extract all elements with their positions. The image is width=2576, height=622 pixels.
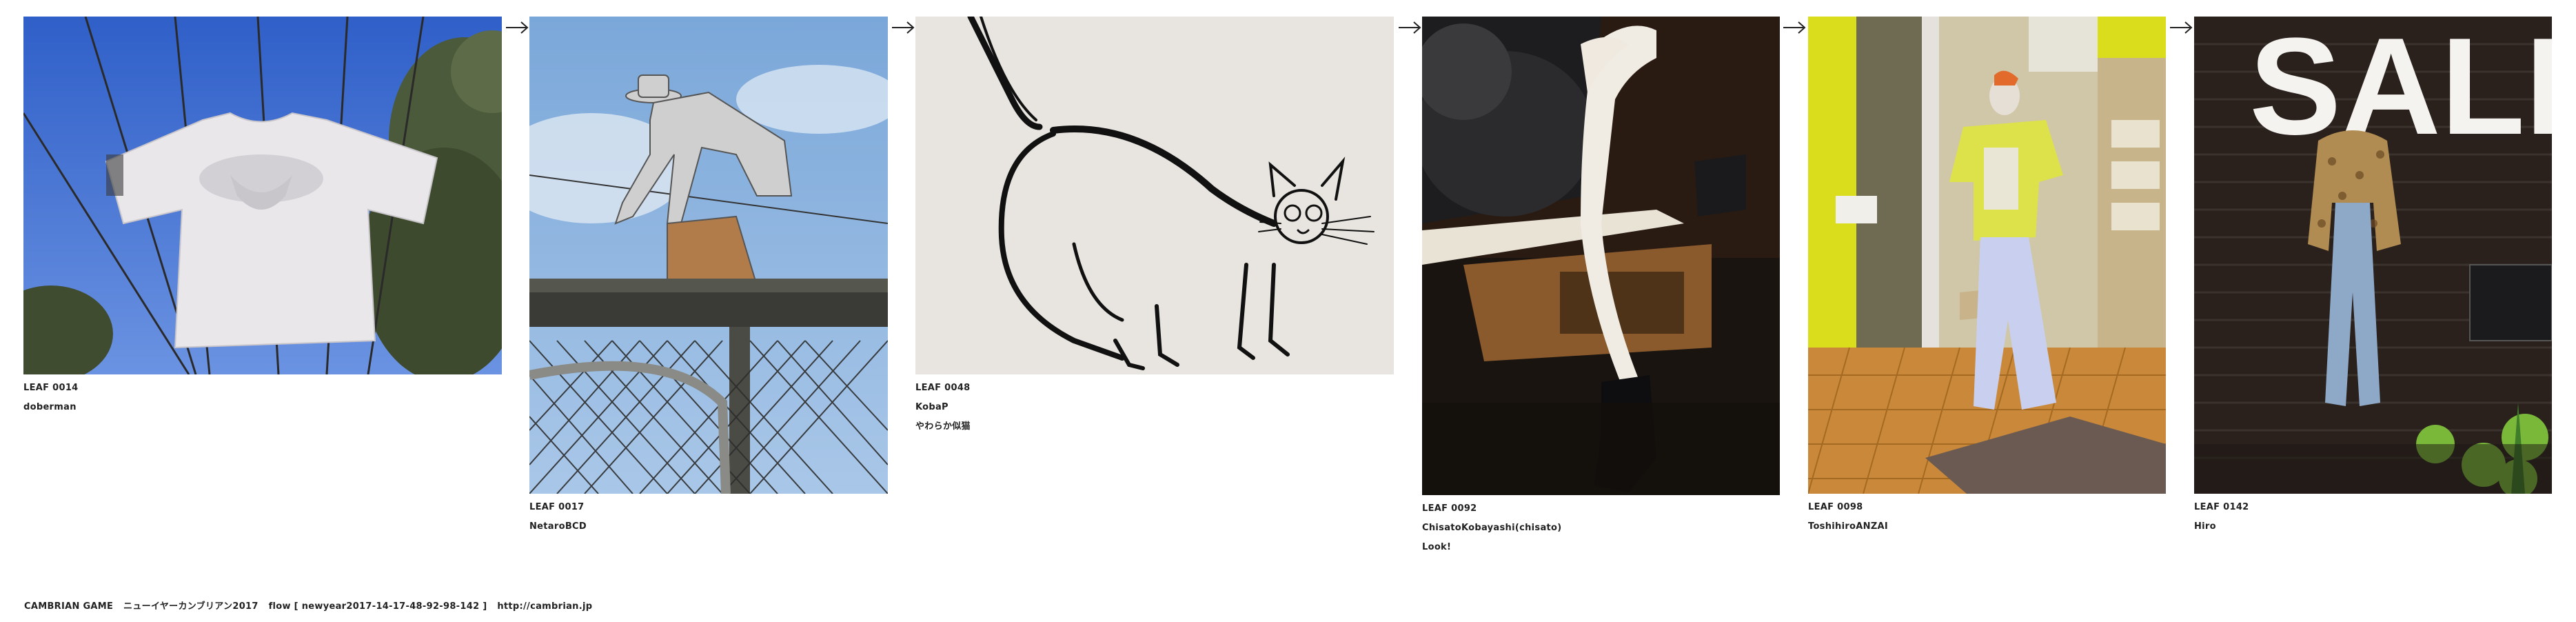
leaf-photo-link[interactable] xyxy=(1422,17,1780,495)
leaf-photo-link[interactable] xyxy=(915,17,1394,374)
footer-url-link[interactable]: http://cambrian.jp xyxy=(497,601,592,612)
leaf-number: LEAF 0142 xyxy=(2194,502,2249,512)
footer-title: ニューイヤーカンブリアン2017 xyxy=(123,601,258,612)
right-arrow-icon xyxy=(1399,21,1421,34)
leaf-number: LEAF 0014 xyxy=(23,383,79,393)
right-arrow-icon xyxy=(506,21,529,34)
leaf-author[interactable]: doberman xyxy=(23,402,77,413)
yellow-shop-mannequin-photo xyxy=(1808,17,2166,494)
leaf-number: LEAF 0092 xyxy=(1422,503,1477,514)
leaf-photo-link[interactable] xyxy=(529,17,888,494)
cat-drawing-photo xyxy=(915,17,1394,374)
leaf-author[interactable]: KobaP xyxy=(915,402,949,413)
right-arrow-icon xyxy=(892,21,915,34)
leaf-author[interactable]: ChisatoKobayashi(chisato) xyxy=(1422,523,1562,534)
sale-window-photo: SALE xyxy=(2194,17,2552,494)
tshirt-photo xyxy=(23,17,502,374)
leaf-subtitle: Look! xyxy=(1422,542,1452,552)
leaf-photo-link[interactable]: SALE xyxy=(2194,17,2552,494)
fence-man-photo xyxy=(529,17,888,494)
right-arrow-icon xyxy=(2170,21,2193,34)
leaf-subtitle: やわらか似猫 xyxy=(915,421,971,432)
leaf-author[interactable]: Hiro xyxy=(2194,521,2216,532)
leaf-photo-link[interactable] xyxy=(1808,17,2166,494)
right-arrow-icon xyxy=(1783,21,1806,34)
leaf-number: LEAF 0048 xyxy=(915,383,971,393)
sale-sign-text: SALE xyxy=(2249,17,2552,163)
footer-flow: flow [ newyear2017-14-17-48-92-98-142 ] xyxy=(268,601,487,612)
footer-game-name: CAMBRIAN GAME xyxy=(24,601,114,612)
mannequin-boots-photo xyxy=(1422,17,1780,495)
leaf-number: LEAF 0098 xyxy=(1808,502,1863,512)
footer: CAMBRIAN GAME ニューイヤーカンブリアン2017 flow [ ne… xyxy=(24,599,592,612)
leaf-photo-link[interactable] xyxy=(23,17,502,374)
leaf-number: LEAF 0017 xyxy=(529,502,585,512)
leaf-author[interactable]: ToshihiroANZAI xyxy=(1808,521,1888,532)
leaf-author[interactable]: NetaroBCD xyxy=(529,521,587,532)
